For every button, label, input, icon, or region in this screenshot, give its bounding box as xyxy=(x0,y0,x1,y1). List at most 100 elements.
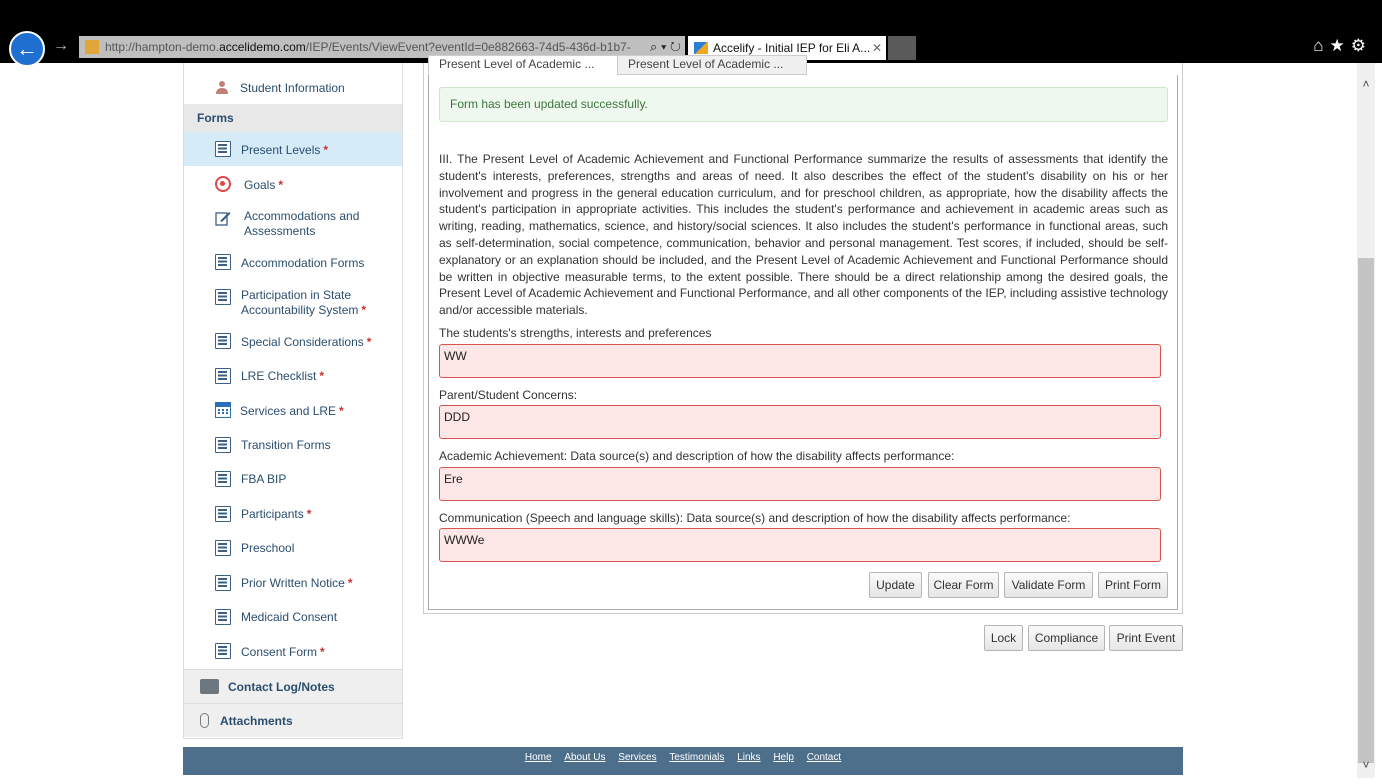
footer-link-contact[interactable]: Contact xyxy=(807,752,841,763)
sidebar-item-label: Accommodations and Assessments xyxy=(244,209,360,238)
lock-button[interactable]: Lock xyxy=(984,625,1023,651)
forward-icon[interactable]: → xyxy=(53,37,69,55)
sidebar-item-label: Medicaid Consent xyxy=(241,610,338,624)
sidebar-item-prior-written-notice[interactable]: Prior Written Notice * xyxy=(184,565,402,600)
required-marker: * xyxy=(361,303,367,317)
update-button[interactable]: Update xyxy=(869,572,922,598)
scroll-down-icon[interactable]: ˅ xyxy=(1357,758,1375,772)
footer-link-about-us[interactable]: About Us xyxy=(564,752,605,763)
sidebar-item-label: LRE Checklist xyxy=(241,369,317,383)
sidebar-item-label: Participants xyxy=(241,507,304,521)
sidebar-section-attachments[interactable]: Attachments xyxy=(184,703,402,737)
footer-link-help[interactable]: Help xyxy=(773,752,794,763)
home-icon[interactable]: ⌂ xyxy=(1313,36,1329,55)
sidebar-item-transition-forms[interactable]: Transition Forms xyxy=(184,428,402,462)
sidebar-item-label: Prior Written Notice xyxy=(241,576,345,590)
sidebar-item-student-information[interactable]: Student Information xyxy=(184,63,402,103)
form-panel: Form has been updated successfully. III.… xyxy=(428,75,1178,610)
tab-favicon-icon xyxy=(694,42,708,54)
person-icon xyxy=(216,81,228,94)
sidebar-item-label: Consent Form xyxy=(241,645,318,659)
star-icon[interactable]: ★ xyxy=(1330,36,1351,55)
edit-icon xyxy=(215,212,231,226)
list-icon xyxy=(215,333,231,349)
required-marker: * xyxy=(366,335,372,349)
communication-field[interactable]: WWWe xyxy=(439,528,1161,562)
footer-link-home[interactable]: Home xyxy=(525,752,552,763)
list-icon xyxy=(215,506,231,522)
sidebar-item-label: Participation in State Accountability Sy… xyxy=(241,288,359,317)
list-icon xyxy=(215,575,231,591)
sidebar-item-goals[interactable]: Goals * xyxy=(184,166,402,201)
list-icon xyxy=(215,540,231,556)
sidebar-item-participants[interactable]: Participants * xyxy=(184,496,402,531)
tab-present-level-1[interactable]: Present Level of Academic ... xyxy=(428,55,618,75)
sidebar-section-label: Contact Log/Notes xyxy=(228,680,335,694)
sidebar-item-accommodation-forms[interactable]: Accommodation Forms xyxy=(184,245,402,279)
required-marker: * xyxy=(306,507,312,521)
sidebar: Student Information Forms Present Levels… xyxy=(183,63,403,739)
sidebar-section-label: Attachments xyxy=(220,714,293,728)
sidebar-item-lre-checklist[interactable]: LRE Checklist * xyxy=(184,359,402,393)
required-marker: * xyxy=(319,369,325,383)
sidebar-item-accommodations-and-assessments[interactable]: Accommodations and Assessments xyxy=(184,201,402,243)
academic-achievement-field[interactable]: Ere xyxy=(439,467,1161,501)
url-prefix: http://hampton-demo. xyxy=(105,40,220,54)
back-icon[interactable]: ← xyxy=(9,31,45,67)
sidebar-item-label: Accommodation Forms xyxy=(241,256,365,270)
sidebar-item-preschool[interactable]: Preschool xyxy=(184,531,402,565)
sidebar-item-medicaid-consent[interactable]: Medicaid Consent xyxy=(184,600,402,634)
sidebar-item-label: FBA BIP xyxy=(241,472,287,486)
required-marker: * xyxy=(339,404,344,418)
print-form-button[interactable]: Print Form xyxy=(1098,572,1168,598)
list-icon xyxy=(215,643,231,659)
list-icon xyxy=(215,368,231,384)
main-panel: Present Level of Academic ... Present Le… xyxy=(423,55,1183,614)
print-event-button[interactable]: Print Event xyxy=(1109,625,1183,651)
close-tab-icon[interactable]: ✕ xyxy=(872,36,882,60)
page-scrollbar[interactable]: ˄ ˅ xyxy=(1357,63,1375,778)
sidebar-item-participation-in-state-accountability-system[interactable]: Participation in State Accountability Sy… xyxy=(184,279,402,323)
browser-chrome: ← → http://hampton-demo.accelidemo.com/I… xyxy=(0,0,1382,67)
footer-link-links[interactable]: Links xyxy=(737,752,760,763)
communication-label: Communication (Speech and language skill… xyxy=(439,511,1071,525)
new-tab-button[interactable] xyxy=(888,36,916,60)
strengths-label: The students's strengths, interests and … xyxy=(439,326,712,340)
search-icon[interactable]: ⌕ xyxy=(650,39,657,54)
concerns-field[interactable]: DDD xyxy=(439,405,1161,439)
required-marker: * xyxy=(278,178,284,192)
sidebar-item-fba-bip[interactable]: FBA BIP xyxy=(184,462,402,496)
list-icon xyxy=(215,437,231,453)
sidebar-item-label: Goals xyxy=(244,178,276,192)
sidebar-item-label: Preschool xyxy=(241,541,295,555)
sidebar-item-label: Services and LRE xyxy=(240,404,337,418)
footer-link-services[interactable]: Services xyxy=(618,752,656,763)
list-icon xyxy=(215,609,231,625)
sidebar-item-special-considerations[interactable]: Special Considerations * xyxy=(184,325,402,359)
calendar-icon xyxy=(215,402,231,418)
dropdown-icon[interactable]: ▾ xyxy=(661,39,666,54)
scroll-up-icon[interactable]: ˄ xyxy=(1357,77,1375,91)
footer-link-testimonials[interactable]: Testimonials xyxy=(669,752,724,763)
validate-form-button[interactable]: Validate Form xyxy=(1004,572,1093,598)
sidebar-item-services-and-lre[interactable]: Services and LRE * xyxy=(184,394,402,428)
sidebar-item-label: Student Information xyxy=(240,81,345,95)
sidebar-item-present-levels[interactable]: Present Levels * xyxy=(184,132,402,166)
sidebar-item-consent-form[interactable]: Consent Form * xyxy=(184,634,402,668)
list-icon xyxy=(215,471,231,487)
list-icon xyxy=(215,141,231,157)
strengths-field[interactable]: WW xyxy=(439,344,1161,378)
sidebar-item-label: Special Considerations xyxy=(241,335,364,349)
success-alert: Form has been updated successfully. xyxy=(439,87,1168,122)
tab-present-level-2[interactable]: Present Level of Academic ... xyxy=(617,55,807,75)
footer: Home About Us Services Testimonials Link… xyxy=(183,747,1183,775)
compliance-button[interactable]: Compliance xyxy=(1028,625,1105,651)
required-marker: * xyxy=(347,576,353,590)
refresh-icon[interactable]: ↻ xyxy=(670,39,681,54)
sidebar-item-label: Present Levels xyxy=(241,143,321,157)
list-icon xyxy=(215,254,231,270)
clear-form-button[interactable]: Clear Form xyxy=(928,572,999,598)
scroll-thumb[interactable] xyxy=(1358,258,1374,763)
gear-icon[interactable]: ⚙ xyxy=(1351,36,1372,55)
sidebar-section-contact-log[interactable]: Contact Log/Notes xyxy=(184,669,402,703)
